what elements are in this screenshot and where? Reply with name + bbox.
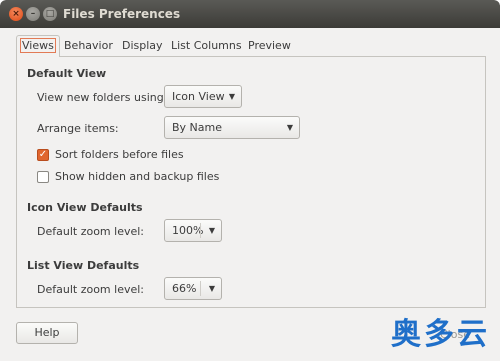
chevron-down-icon: ▼ xyxy=(228,92,235,101)
help-button[interactable]: Help xyxy=(16,322,78,344)
arrange-items-label: Arrange items: xyxy=(37,122,119,135)
view-mode-value: Icon View xyxy=(172,90,225,103)
show-hidden-checkbox[interactable] xyxy=(37,171,49,183)
chevron-down-icon: ▼ xyxy=(286,123,293,132)
tab-display[interactable]: Display xyxy=(118,36,167,55)
window-title: Files Preferences xyxy=(63,7,181,21)
icon-zoom-value: 100% xyxy=(172,224,204,237)
view-new-folders-label: View new folders using: xyxy=(37,91,168,104)
preferences-window: × – □ Files Preferences Views Behavior D… xyxy=(0,0,500,361)
watermark-logo: 奥多云 xyxy=(391,317,490,352)
tab-list-columns[interactable]: List Columns xyxy=(167,36,246,55)
tab-views-label: Views xyxy=(20,38,56,53)
icon-zoom-label: Default zoom level: xyxy=(37,225,144,238)
show-hidden-label: Show hidden and backup files xyxy=(55,170,220,183)
chevron-down-icon: ▼ xyxy=(208,226,215,235)
window-maximize-button[interactable]: □ xyxy=(43,7,57,21)
chevron-down-icon: ▼ xyxy=(208,284,215,293)
icon-view-defaults-heading: Icon View Defaults xyxy=(27,201,143,214)
window-minimize-button[interactable]: – xyxy=(26,7,40,21)
default-view-heading: Default View xyxy=(27,67,107,80)
tab-preview[interactable]: Preview xyxy=(244,36,295,55)
dropdown-separator xyxy=(200,223,201,238)
view-mode-dropdown[interactable]: Icon View ▼ xyxy=(164,85,242,108)
sort-folders-checkbox[interactable]: ✓ xyxy=(37,149,49,161)
window-close-button[interactable]: × xyxy=(9,7,23,21)
list-zoom-value: 66% xyxy=(172,282,197,295)
list-view-defaults-heading: List View Defaults xyxy=(27,259,140,272)
check-icon: ✓ xyxy=(38,149,48,160)
tab-behavior[interactable]: Behavior xyxy=(60,36,117,55)
sort-folders-label: Sort folders before files xyxy=(55,148,184,161)
arrange-items-dropdown[interactable]: By Name ▼ xyxy=(164,116,300,139)
list-zoom-dropdown[interactable]: 66% ▼ xyxy=(164,277,222,300)
list-zoom-label: Default zoom level: xyxy=(37,283,144,296)
arrange-items-value: By Name xyxy=(172,121,223,134)
titlebar: × – □ Files Preferences xyxy=(0,0,500,28)
icon-zoom-dropdown[interactable]: 100% ▼ xyxy=(164,219,222,242)
tab-views[interactable]: Views xyxy=(16,35,60,57)
dropdown-separator xyxy=(200,281,201,296)
